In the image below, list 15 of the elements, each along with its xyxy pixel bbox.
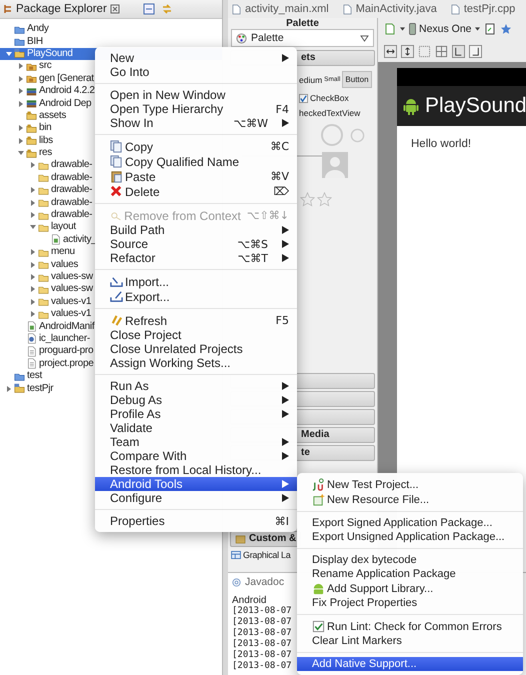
drawer-label: Custom & xyxy=(249,532,296,546)
palette-title: Palette xyxy=(286,18,319,29)
log-line: [2013-08-07 xyxy=(232,639,292,650)
log-line: [2013-08-07 xyxy=(232,661,292,672)
widget-label: edium xyxy=(299,74,322,84)
hello-text: Hello world! xyxy=(411,138,472,150)
view-title: Package Explorer xyxy=(16,3,107,15)
log-line: [2013-08-07 xyxy=(232,650,292,661)
app-title: PlaySound xyxy=(425,94,526,118)
widget-label: heckedTextView xyxy=(299,108,360,118)
widget-label: CheckBox xyxy=(310,93,349,103)
log-line: [2013-08-07 xyxy=(232,617,292,628)
log-line: [2013-08-07 xyxy=(232,606,292,617)
log-line: [2013-08-07 xyxy=(232,628,292,639)
column-header: Android xyxy=(232,595,266,606)
